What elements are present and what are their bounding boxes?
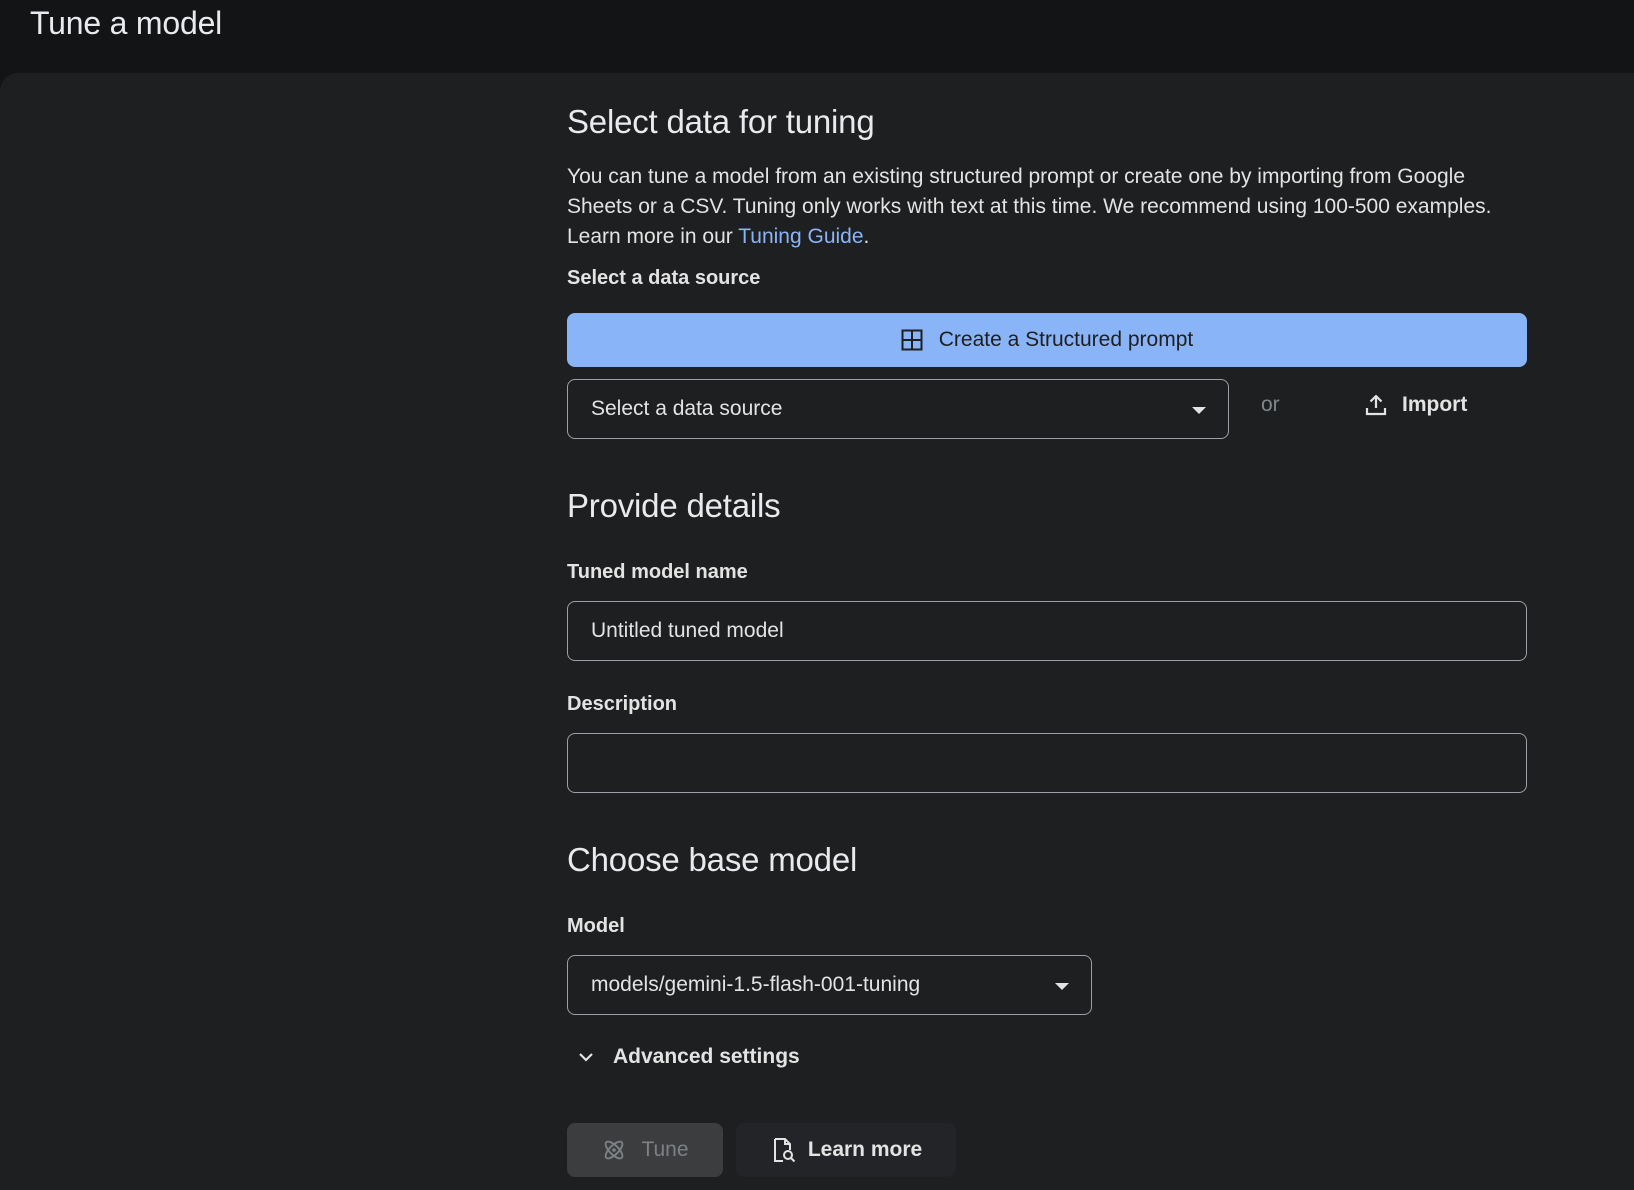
table-icon <box>901 329 923 351</box>
model-select-value: models/gemini-1.5-flash-001-tuning <box>591 973 921 996</box>
create-structured-prompt-label: Create a Structured prompt <box>938 328 1194 351</box>
select-data-heading: Select data for tuning <box>567 103 875 140</box>
advanced-settings-label: Advanced settings <box>613 1045 800 1068</box>
chevron-down-icon <box>577 1048 595 1066</box>
learn-more-label: Learn more <box>807 1138 923 1161</box>
description-text: You can tune a model from an existing st… <box>567 165 1492 248</box>
page-title: Tune a model <box>30 5 223 41</box>
upload-icon <box>1364 393 1388 417</box>
tuned-model-name-input[interactable]: Untitled tuned model <box>567 601 1527 661</box>
tune-button[interactable]: Tune <box>567 1123 723 1177</box>
data-source-label: Select a data source <box>567 267 761 289</box>
or-separator: or <box>1261 393 1280 416</box>
model-label: Model <box>567 915 625 937</box>
atom-icon <box>601 1137 627 1163</box>
choose-base-model-heading: Choose base model <box>567 841 858 878</box>
dropdown-arrow-icon <box>1055 983 1069 990</box>
import-label: Import <box>1402 393 1468 416</box>
top-bar: Tune a model <box>0 0 1634 73</box>
advanced-settings-toggle[interactable]: Advanced settings <box>577 1045 800 1069</box>
learn-more-button[interactable]: Learn more <box>736 1123 956 1177</box>
tuned-model-name-label: Tuned model name <box>567 561 748 583</box>
description-input[interactable] <box>567 733 1527 793</box>
create-structured-prompt-button[interactable]: Create a Structured prompt <box>567 313 1527 367</box>
tuning-guide-link[interactable]: Tuning Guide <box>738 225 863 248</box>
tuned-model-name-value: Untitled tuned model <box>591 619 784 642</box>
data-source-select[interactable]: Select a data source <box>567 379 1229 439</box>
data-source-select-value: Select a data source <box>591 397 783 420</box>
tune-label: Tune <box>641 1138 689 1161</box>
import-button[interactable]: Import <box>1364 378 1467 432</box>
model-select[interactable]: models/gemini-1.5-flash-001-tuning <box>567 955 1092 1015</box>
description-label: Description <box>567 693 678 715</box>
document-search-icon <box>770 1137 796 1163</box>
dropdown-arrow-icon <box>1192 407 1206 414</box>
description-end: . <box>863 225 870 248</box>
select-data-description: You can tune a model from an existing st… <box>567 162 1527 252</box>
provide-details-heading: Provide details <box>567 487 781 524</box>
main-panel: Select data for tuning You can tune a mo… <box>0 73 1634 1190</box>
